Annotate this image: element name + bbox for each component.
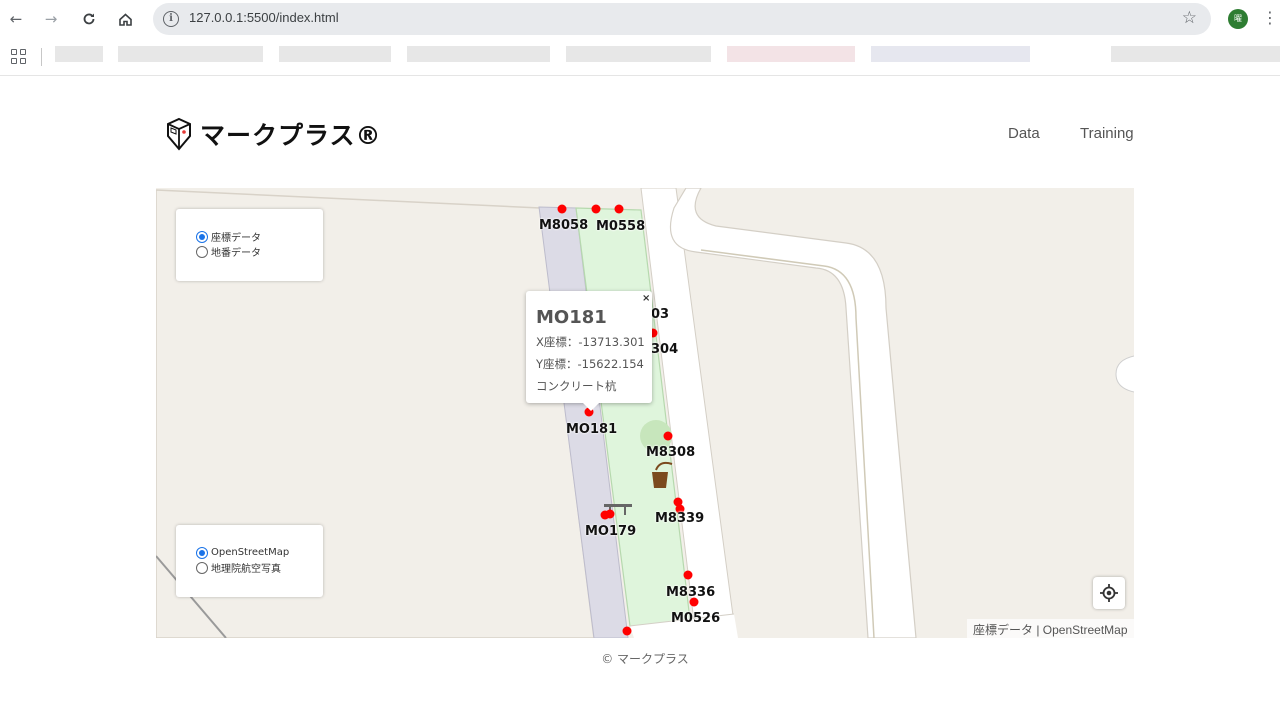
radio-osm[interactable] xyxy=(196,546,208,559)
apps-grid-icon[interactable] xyxy=(11,49,27,65)
star-icon[interactable]: ☆ xyxy=(1182,8,1197,28)
base-layer-control: OpenStreetMap 地理院航空写真 xyxy=(176,525,323,597)
brand-cube-icon xyxy=(167,117,191,151)
marker-label[interactable]: MO181 xyxy=(566,422,617,437)
map-attribution[interactable]: 座標データ | OpenStreetMap xyxy=(967,619,1134,638)
layer-option-lots[interactable]: 地番データ xyxy=(196,244,323,259)
popup-title: MO181 xyxy=(536,307,607,328)
address-bar[interactable]: i 127.0.0.1:5500/index.html ☆ xyxy=(153,3,1211,35)
bookmark-item[interactable] xyxy=(1111,46,1280,62)
bookmark-item[interactable] xyxy=(55,46,103,62)
radio-aerial[interactable] xyxy=(196,561,208,574)
arrow-right-icon[interactable]: → xyxy=(40,8,62,30)
marker-label[interactable]: M0558 xyxy=(596,219,645,234)
marker-label[interactable]: M0526 xyxy=(671,611,720,626)
popup-y-coordinate: Y座標：-15622.154 xyxy=(536,357,644,371)
browser-toolbar: ← → i 127.0.0.1:5500/index.html ☆ 曜 ⋮ xyxy=(0,0,1280,38)
bookmark-item[interactable] xyxy=(279,46,391,62)
bookmark-item[interactable] xyxy=(727,46,855,62)
radio-coordinates[interactable] xyxy=(196,230,208,243)
site-logo[interactable]: マークプラス® xyxy=(166,116,382,152)
brand-name: マークプラス® xyxy=(200,121,382,150)
marker-label[interactable]: 304 xyxy=(651,342,678,357)
nav-training-link[interactable]: Training xyxy=(1080,125,1134,142)
marker-label[interactable]: M8058 xyxy=(539,218,588,233)
marker-label[interactable]: M8308 xyxy=(646,445,695,460)
nav-data-link[interactable]: Data xyxy=(1008,125,1040,142)
bookmark-item[interactable] xyxy=(407,46,550,62)
marker-label[interactable]: MO179 xyxy=(585,524,636,539)
marker-popup: × MO181 X座標：-13713.301 Y座標：-15622.154 コン… xyxy=(526,291,652,411)
url-text[interactable]: 127.0.0.1:5500/index.html xyxy=(189,10,339,25)
bookmark-item[interactable] xyxy=(871,46,1030,62)
bookmark-item[interactable] xyxy=(118,46,263,62)
home-icon[interactable] xyxy=(114,8,136,30)
popup-x-coordinate: X座標：-13713.301 xyxy=(536,335,645,349)
layer-option-coordinates[interactable]: 座標データ xyxy=(196,229,323,244)
locate-button[interactable] xyxy=(1093,577,1125,609)
reload-icon[interactable] xyxy=(78,8,100,30)
crosshair-icon xyxy=(1100,584,1118,602)
base-option-aerial[interactable]: 地理院航空写真 xyxy=(196,560,323,575)
info-icon[interactable]: i xyxy=(163,11,179,27)
bookmarks-bar xyxy=(0,38,1280,76)
radio-lots[interactable] xyxy=(196,245,208,258)
profile-avatar[interactable]: 曜 xyxy=(1228,9,1248,29)
close-icon[interactable]: × xyxy=(642,294,652,304)
arrow-left-icon[interactable]: ← xyxy=(5,8,27,30)
marker-label[interactable]: M8336 xyxy=(666,585,715,600)
site-footer: © マークプラス xyxy=(601,652,689,666)
base-option-osm[interactable]: OpenStreetMap xyxy=(196,545,323,560)
bookmark-separator xyxy=(41,48,42,66)
marker-label[interactable]: 03 xyxy=(651,307,669,322)
map-view[interactable]: 座標データ 地番データ OpenStreetMap 地理院航空写真 xyxy=(156,188,1134,638)
bookmark-item[interactable] xyxy=(566,46,711,62)
data-layer-control: 座標データ 地番データ xyxy=(176,209,323,281)
marker-label[interactable]: M8339 xyxy=(655,511,704,526)
popup-marker-type: コンクリート杭 xyxy=(536,379,617,393)
kebab-menu-icon[interactable]: ⋮ xyxy=(1262,8,1278,27)
